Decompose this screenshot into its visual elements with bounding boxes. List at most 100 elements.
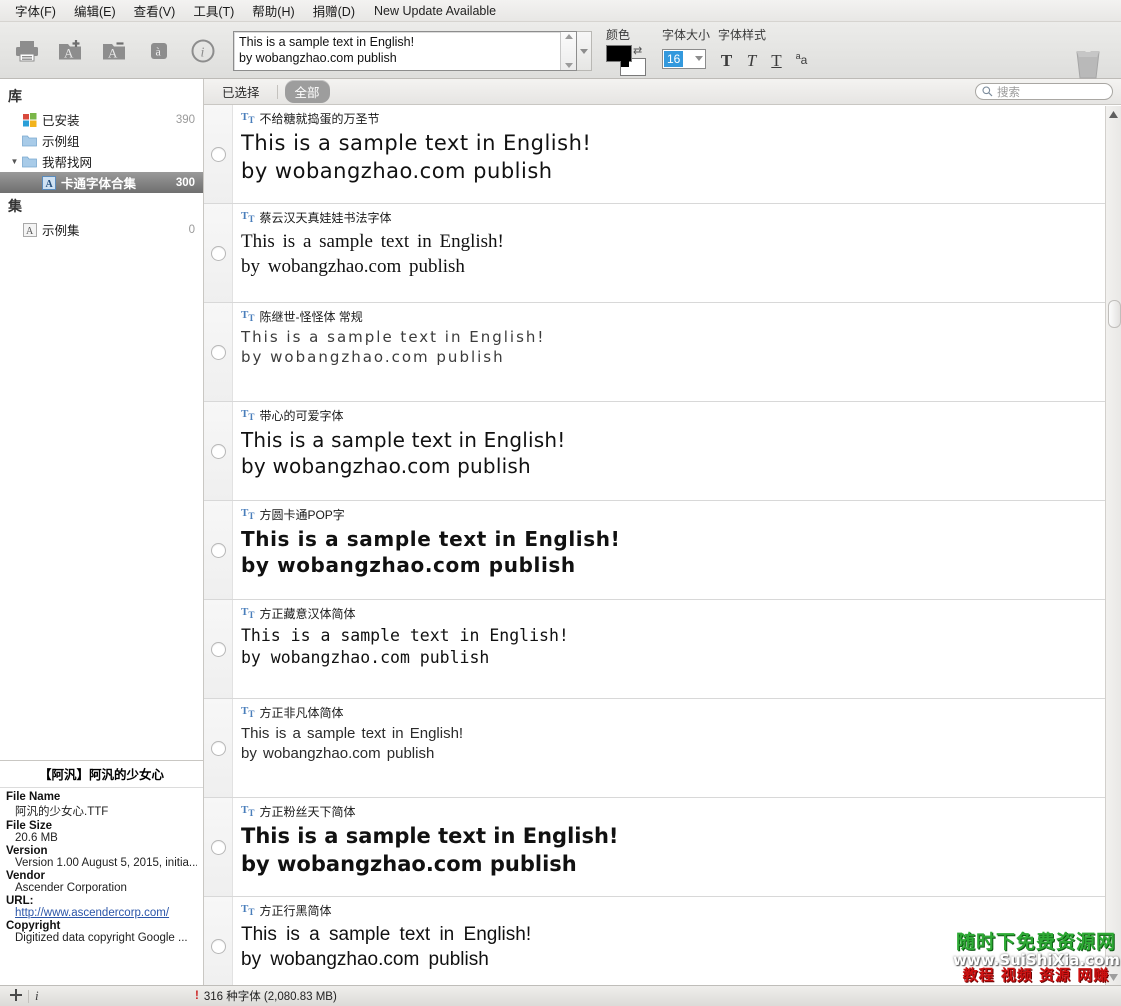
font-select-cell[interactable] [204,501,233,599]
font-list-item[interactable]: TT 陈继世-怪怪体 常规 This is a sample text in E… [204,303,1121,402]
font-preview-line1: This is a sample text in English! [241,626,569,645]
font-list-scrollbar[interactable] [1105,106,1121,985]
font-select-cell[interactable] [204,699,233,797]
font-list-item[interactable]: TT 方正行黑简体 This is a sample text in Engli… [204,897,1121,985]
font-preview-line1: This is a sample text in English! [241,428,566,452]
font-row-content: TT 方正行黑简体 This is a sample text in Engli… [233,897,1121,985]
tab-all[interactable]: 全部 [284,80,330,103]
font-select-radio[interactable] [210,344,226,360]
font-select-radio[interactable] [210,245,226,261]
small-caps-button[interactable]: aa [795,47,808,70]
chevron-down-icon[interactable] [695,56,703,61]
sample-text-dropdown-button[interactable] [577,31,592,71]
font-list-item[interactable]: TT 方正藏意汉体简体 This is a sample text in Eng… [204,600,1121,699]
sample-text-scrollbar[interactable] [560,32,576,70]
info-key-file-name: File Name [6,791,61,803]
menu-item-font[interactable]: 字体(F) [6,0,65,22]
scrollbar-thumb[interactable] [1108,300,1121,328]
sample-text-input[interactable]: This is a sample text in English! by woba… [233,31,577,71]
swap-colors-icon[interactable]: ⇄ [633,44,642,57]
font-preview-line2: by wobangzhao.com publish [241,647,490,667]
info-icon[interactable]: i [186,34,220,68]
menu-item-donate[interactable]: 捐赠(D) [304,0,364,22]
search-placeholder: 搜索 [997,86,1020,99]
svg-text:A: A [26,226,34,237]
sidebar-item-sample-set[interactable]: A 示例集 0 [0,219,203,240]
font-name: 方正藏意汉体简体 [259,607,356,621]
font-select-radio[interactable] [210,542,226,558]
font-select-radio[interactable] [210,641,226,657]
scroll-down-icon[interactable] [564,63,573,68]
svg-text:A: A [45,179,53,190]
menu-item-tools[interactable]: 工具(T) [184,0,243,22]
font-style-label: 字体样式 [718,28,767,42]
font-list-item[interactable]: TT 不给糖就捣蛋的万圣节 This is a sample text in E… [204,105,1121,204]
sidebar-item-label: 卡通字体合集 [61,177,137,191]
font-list-item[interactable]: TT 方正粉丝天下简体 This is a sample text in Eng… [204,798,1121,897]
scroll-down-button[interactable] [1106,969,1121,985]
font-select-cell[interactable] [204,105,233,203]
scroll-up-button[interactable] [1106,106,1121,122]
plus-icon[interactable] [10,988,22,1004]
color-swatches[interactable]: ⇄ [606,44,646,76]
remove-font-folder-icon[interactable]: A [98,34,132,68]
chevron-down-icon[interactable]: ▼ [8,157,21,166]
font-select-radio[interactable] [210,839,226,855]
bold-button[interactable]: T [720,51,733,70]
menu-bar: 字体(F) 编辑(E) 查看(V) 工具(T) 帮助(H) 捐赠(D) New … [0,0,1121,22]
search-icon [982,86,993,97]
print-icon[interactable] [10,34,44,68]
font-select-radio[interactable] [210,146,226,162]
sidebar-item-installed[interactable]: 已安装 390 [0,109,203,130]
content-area: 已选择 全部 搜索 TT 不给糖就捣蛋的万圣节 This is a sample… [204,79,1121,985]
font-select-radio[interactable] [210,443,226,459]
sidebar-item-sample-group[interactable]: 示例组 [0,130,203,151]
font-select-cell[interactable] [204,600,233,698]
sample-text-value[interactable]: This is a sample text in English! by woba… [234,32,560,70]
font-size-select[interactable]: 16 [662,48,706,69]
font-name: 蔡云汉天真娃娃书法字体 [259,211,392,225]
search-input[interactable]: 搜索 [975,83,1113,100]
truetype-icon: TT [241,309,255,324]
font-name-row: TT 方圆卡通POP字 [241,506,1121,523]
font-list[interactable]: TT 不给糖就捣蛋的万圣节 This is a sample text in E… [204,105,1121,985]
sidebar-item-cartoon-font-collection[interactable]: A 卡通字体合集 300 [0,172,203,193]
font-select-cell[interactable] [204,798,233,896]
menu-item-view[interactable]: 查看(V) [125,0,185,22]
font-select-radio[interactable] [210,740,226,756]
font-list-item[interactable]: TT 带心的可爱字体 This is a sample text in Engl… [204,402,1121,501]
svg-text:A: A [108,45,118,60]
font-preview: This is a sample text in English! by woba… [241,922,1121,972]
font-row-content: TT 不给糖就捣蛋的万圣节 This is a sample text in E… [233,105,1121,203]
font-select-cell[interactable] [204,303,233,401]
sidebar-item-label: 示例组 [42,135,80,149]
foreground-color-mini-swatch [621,59,629,67]
font-list-item[interactable]: TT 蔡云汉天真娃娃书法字体 This is a sample text in … [204,204,1121,303]
folder-icon [21,134,38,147]
sidebar-item-wobangzhao[interactable]: ▼ 我帮找网 [0,151,203,172]
font-list-item[interactable]: TT 方圆卡通POP字 This is a sample text in Eng… [204,501,1121,600]
vendor-url-link[interactable]: http://www.ascendercorp.com/ [15,907,169,919]
tab-selected[interactable]: 已选择 [212,80,270,103]
add-font-folder-icon[interactable]: A [54,34,88,68]
info-key-url: URL: [6,895,34,907]
scrollbar-track[interactable] [1106,122,1121,969]
font-select-cell[interactable] [204,897,233,985]
info-value-url[interactable]: http://www.ascendercorp.com/ [6,907,197,919]
underline-button[interactable]: T [770,51,783,70]
update-available-link[interactable]: New Update Available [364,4,496,18]
font-select-cell[interactable] [204,402,233,500]
font-preview-line1: This is a sample text in English! [241,924,532,945]
character-map-icon[interactable]: à [142,34,176,68]
font-select-cell[interactable] [204,204,233,302]
font-list-item[interactable]: TT 方正非凡体简体 This is a sample text in Engl… [204,699,1121,798]
scroll-up-icon[interactable] [564,34,573,39]
font-size-value: 16 [664,50,684,67]
sidebar-tree: 库 已安装 390 示例组 ▼ 我帮找网 A 卡通字体合集 300 集 A 示例… [0,79,203,760]
italic-button[interactable]: T [745,51,758,70]
info-value-version: Version 1.00 August 5, 2015, initia... [15,857,197,869]
font-select-radio[interactable] [210,938,226,954]
menu-item-help[interactable]: 帮助(H) [243,0,303,22]
info-icon[interactable]: i [35,988,39,1004]
menu-item-edit[interactable]: 编辑(E) [65,0,125,22]
